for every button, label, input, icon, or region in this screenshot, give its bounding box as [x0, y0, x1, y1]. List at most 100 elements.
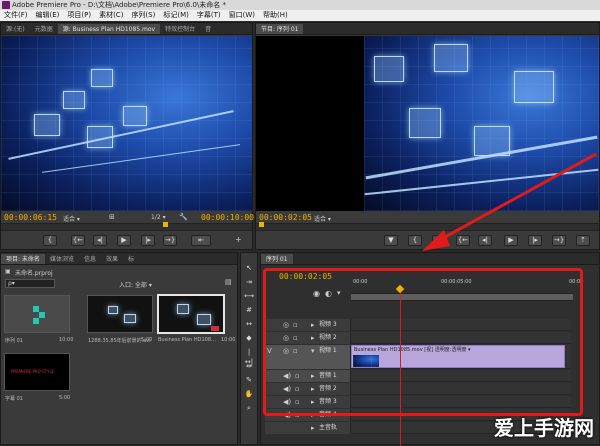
- menu-title[interactable]: 字幕(T): [193, 10, 225, 21]
- project-item-duration: 5:00: [141, 337, 153, 343]
- ripple-edit-tool-icon[interactable]: ⟷: [244, 291, 254, 301]
- clip-badge-icon: [211, 326, 219, 331]
- graphic-box: [108, 306, 118, 314]
- project-search-input[interactable]: ρ▾: [5, 279, 55, 288]
- menu-window[interactable]: 窗口(W): [225, 10, 259, 21]
- source-tabbar: 源:(无) 元数据 源: Business Plan HD1085.mov 特效控制台…: [1, 23, 252, 35]
- go-to-out-button[interactable]: →}: [163, 235, 177, 246]
- tab-audio[interactable]: 音: [200, 24, 216, 34]
- graphic-box: [177, 304, 189, 314]
- graphic-box: [123, 106, 147, 126]
- project-item-title-01[interactable]: PREMIERE PRO STYLE: [4, 353, 70, 391]
- program-fit-dropdown[interactable]: 适合 ▾: [314, 214, 331, 223]
- project-item-business-plan[interactable]: [157, 294, 225, 334]
- slip-tool-icon[interactable]: |↔|: [244, 347, 254, 366]
- source-duration-timecode: 00:00:10:00: [201, 213, 254, 222]
- track-header-master[interactable]: ▸ 主音轨: [265, 422, 351, 434]
- source-current-timecode[interactable]: 00:00:06:15: [4, 213, 57, 222]
- window-title: Adobe Premiere Pro - D:\文档\Adobe\Premier…: [12, 1, 227, 9]
- source-controls: 00:00:06:15 适合 ▾ ⊞ 1/2 ▾ 🔧 00:00:10:00 {…: [1, 211, 254, 249]
- tab-effects[interactable]: 效果: [101, 254, 123, 264]
- graphic-box: [434, 44, 468, 72]
- insert-button[interactable]: ⇤: [191, 235, 211, 246]
- annotation-arrow-icon: [422, 152, 597, 251]
- rolling-edit-tool-icon[interactable]: #: [244, 305, 254, 315]
- sequence-icon: [39, 312, 45, 318]
- play-button[interactable]: ▶: [117, 235, 131, 246]
- search-icon: ρ▾: [8, 280, 15, 287]
- graphic-box: [514, 71, 554, 103]
- tab-markers[interactable]: 标: [123, 254, 139, 264]
- tab-media-browser[interactable]: 媒体浏览: [45, 254, 79, 264]
- source-time-ruler[interactable]: [1, 222, 252, 231]
- menu-edit[interactable]: 编辑(E): [32, 10, 64, 21]
- tab-metadata[interactable]: 元数据: [30, 24, 58, 34]
- project-item-name: Business Plan HD108...: [158, 337, 216, 343]
- graphic-box: [63, 91, 85, 109]
- project-item-duration: 10:00: [221, 337, 236, 343]
- graphic-line: [41, 144, 241, 173]
- tab-source-clip[interactable]: 源: Business Plan HD1085.mov: [57, 24, 161, 34]
- rate-stretch-tool-icon[interactable]: ↔: [244, 319, 254, 329]
- graphic-box: [409, 108, 441, 138]
- window-title-bar: Adobe Premiere Pro - D:\文档\Adobe\Premier…: [0, 0, 600, 10]
- tools-panel: ↖ ⇥ ⟷ # ↔ ◆ |↔| ⇹ ✎ ✋ ⌕: [240, 252, 258, 445]
- zoom-tool-icon[interactable]: ⌕: [244, 403, 254, 413]
- source-fit-dropdown[interactable]: 适合 ▾: [63, 214, 80, 223]
- step-back-button[interactable]: ◂|: [93, 235, 107, 246]
- source-video-frame[interactable]: [1, 36, 252, 211]
- source-playhead[interactable]: [163, 222, 168, 227]
- tab-info[interactable]: 信息: [79, 254, 101, 264]
- menu-project[interactable]: 项目(P): [63, 10, 95, 21]
- tab-sequence-01[interactable]: 序列 01: [261, 254, 293, 264]
- project-item-duration: 10:00: [59, 337, 74, 343]
- go-to-in-button[interactable]: {←: [71, 235, 85, 246]
- hand-tool-icon[interactable]: ✋: [244, 389, 254, 399]
- marker-button[interactable]: ▼: [384, 235, 398, 246]
- slide-tool-icon[interactable]: ⇹: [244, 361, 254, 371]
- graphic-box: [197, 314, 211, 325]
- menu-marker[interactable]: 标记(M): [159, 10, 193, 21]
- title-card-text: PREMIERE PRO STYLE: [11, 369, 55, 374]
- expand-icon[interactable]: ▸: [311, 422, 315, 434]
- tab-program[interactable]: 节目: 序列 01: [256, 24, 304, 34]
- menu-bar: 文件(F) 编辑(E) 项目(P) 素材(C) 序列(S) 标记(M) 字幕(T) 窗口(W)…: [0, 10, 600, 21]
- project-item-clip-avi[interactable]: [87, 295, 153, 333]
- source-resolution-dropdown[interactable]: 1/2 ▾: [151, 214, 166, 221]
- menu-clip[interactable]: 素材(C): [95, 10, 127, 21]
- menu-help[interactable]: 帮助(H): [259, 10, 292, 21]
- step-forward-button[interactable]: |▸: [141, 235, 155, 246]
- project-entry-value: 入口: 全部: [119, 282, 147, 289]
- graphic-box: [124, 314, 136, 323]
- project-entry-dropdown[interactable]: 入口: 全部 ▾: [119, 280, 152, 289]
- selection-tool-icon[interactable]: ↖: [244, 263, 254, 273]
- project-item-name: 序列 01: [5, 338, 23, 344]
- wrench-icon[interactable]: 🔧: [179, 213, 188, 221]
- mark-in-button[interactable]: {: [43, 235, 57, 246]
- project-panel: 项目: 未命名 媒体浏览 信息 效果标 ▣ 未命名.prproj ρ▾ 入口: 全部 …: [0, 252, 238, 445]
- menu-file[interactable]: 文件(F): [0, 10, 32, 21]
- folder-icon[interactable]: ▤: [225, 278, 232, 286]
- program-playhead[interactable]: [259, 222, 264, 227]
- menu-sequence[interactable]: 序列(S): [127, 10, 159, 21]
- track-select-tool-icon[interactable]: ⇥: [244, 277, 254, 287]
- project-item-sequence-01[interactable]: [4, 295, 70, 333]
- graphic-box: [34, 114, 60, 136]
- tab-effect-controls[interactable]: 特效控制台: [160, 24, 200, 34]
- add-button[interactable]: +: [235, 235, 242, 244]
- project-item-name: 字幕 01: [5, 396, 23, 402]
- premiere-app-icon: [2, 1, 10, 9]
- graphic-box: [374, 56, 404, 82]
- razor-tool-icon[interactable]: ◆: [244, 333, 254, 343]
- source-fit-value: 适合: [63, 216, 76, 223]
- tab-source-none[interactable]: 源:(无): [1, 24, 30, 34]
- sequence-icon: [33, 318, 39, 324]
- project-tabbar: 项目: 未命名 媒体浏览 信息 效果标: [1, 253, 237, 265]
- pen-tool-icon[interactable]: ✎: [244, 375, 254, 385]
- program-current-timecode[interactable]: 00:00:02:05: [259, 213, 312, 222]
- program-letterbox: [256, 36, 364, 211]
- source-settings-icon[interactable]: ⊞: [109, 213, 115, 221]
- track-label: 主音轨: [319, 424, 338, 431]
- tab-project[interactable]: 项目: 未命名: [1, 254, 45, 264]
- annotation-highlight-box: [263, 268, 583, 416]
